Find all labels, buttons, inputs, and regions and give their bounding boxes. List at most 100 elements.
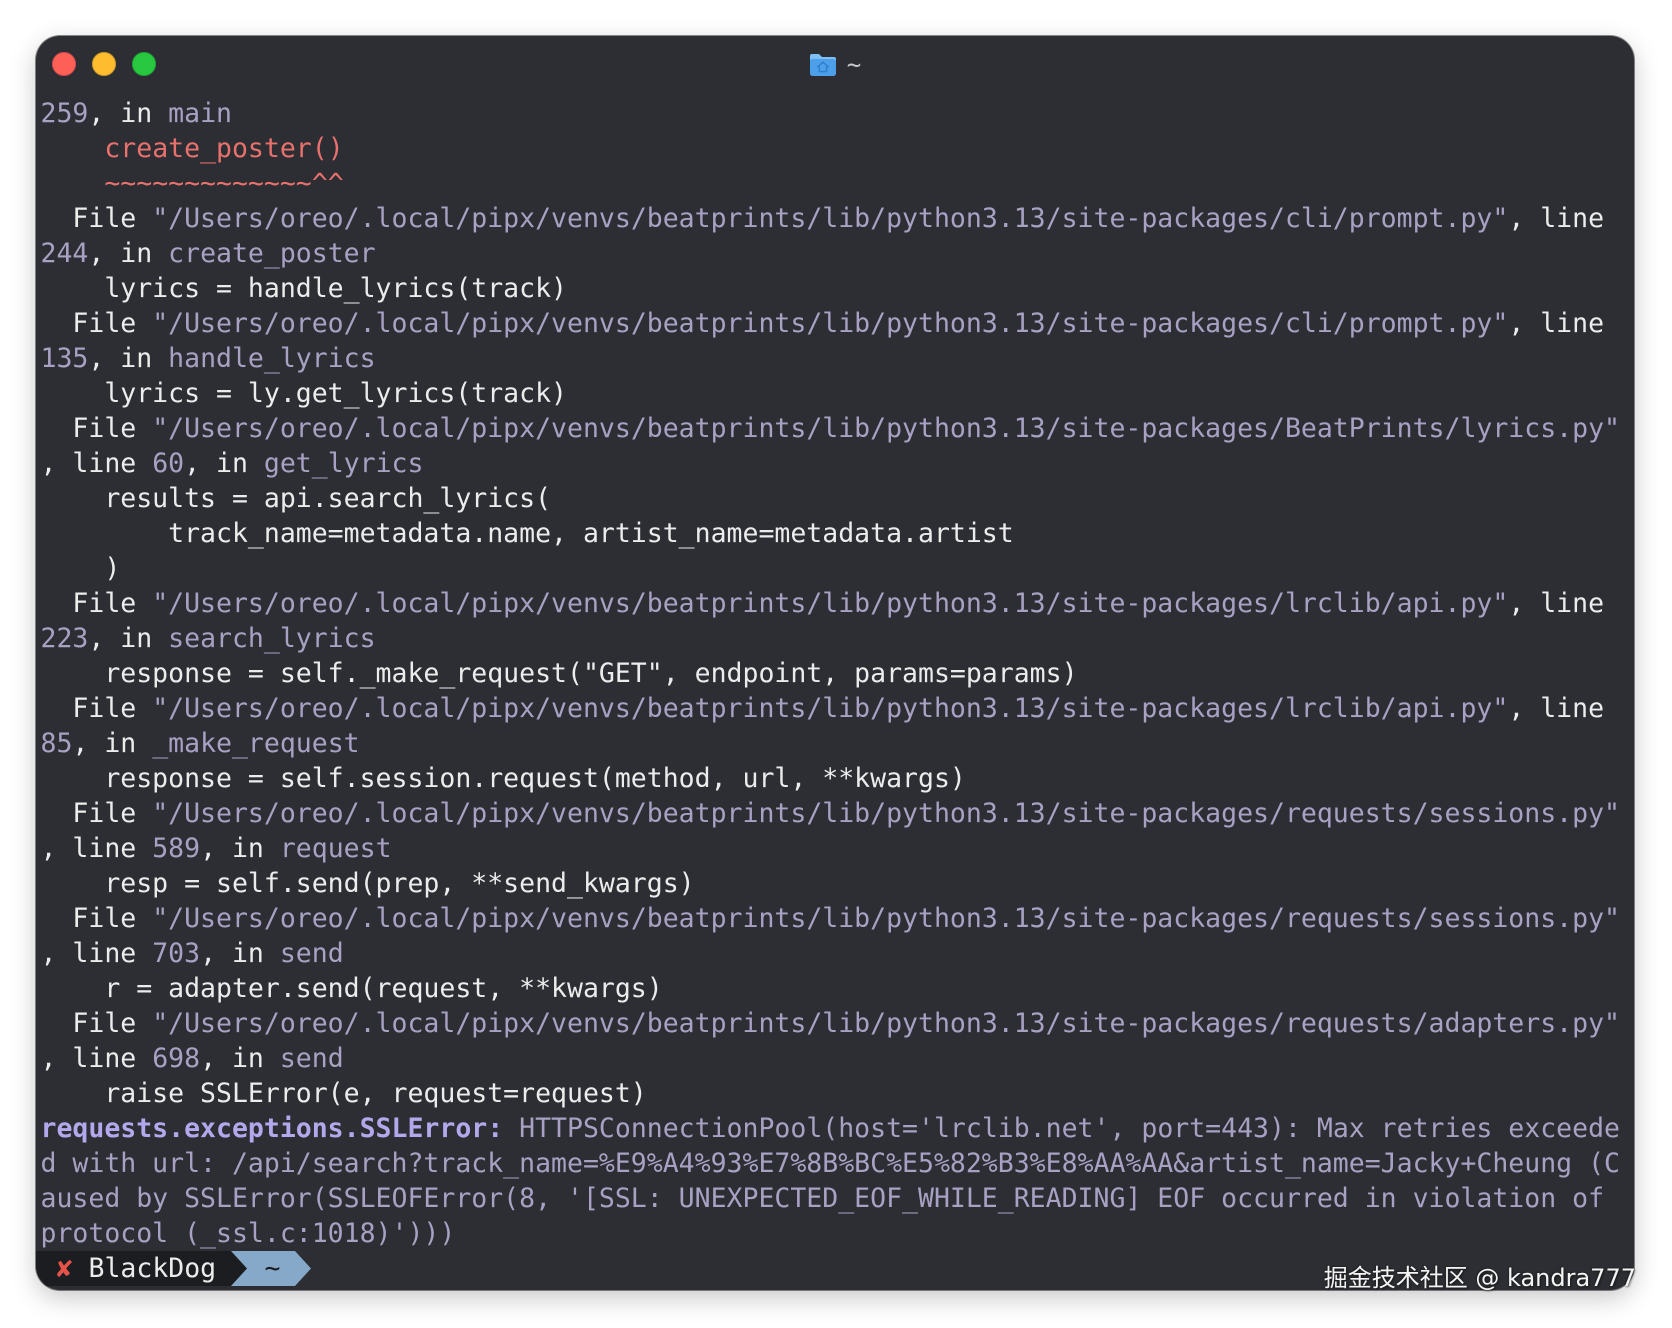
terminal-text: , in [72, 728, 153, 759]
terminal-text: response = self.session.request(method, … [40, 763, 966, 794]
terminal-line: ) [36, 551, 1634, 586]
terminal-line: results = api.search_lyrics( [36, 481, 1634, 516]
terminal-window: ~ 259, in main create_poster() ~~~~~~~~~… [36, 36, 1634, 1290]
terminal-line: File "/Users/oreo/.local/pipx/venvs/beat… [36, 901, 1634, 936]
error-status-icon: ✘ [56, 1253, 73, 1284]
terminal-line: 244, in create_poster [36, 236, 1634, 271]
terminal-text: send [279, 938, 344, 969]
prompt-cwd: ~ [264, 1253, 281, 1284]
terminal-text: request [279, 833, 392, 864]
terminal-text: File [40, 903, 153, 934]
terminal-line: requests.exceptions.SSLError: HTTPSConne… [36, 1111, 1634, 1146]
terminal-text: , line [1508, 693, 1605, 724]
terminal-text: "/Users/oreo/.local/pipx/venvs/beatprint… [152, 588, 1509, 619]
terminal-text: 589 [152, 833, 201, 864]
terminal-text: ~~~~~~~~~~~~~^^ [104, 168, 344, 199]
terminal-line: , line 60, in get_lyrics [36, 446, 1634, 481]
terminal-line: , line 698, in send [36, 1041, 1634, 1076]
terminal-line: protocol (_ssl.c:1018)'))) [36, 1216, 1634, 1251]
terminal-line: File "/Users/oreo/.local/pipx/venvs/beat… [36, 201, 1634, 236]
terminal-text: , in [184, 448, 264, 479]
terminal-text: results = api.search_lyrics( [40, 483, 552, 514]
terminal-line: File "/Users/oreo/.local/pipx/venvs/beat… [36, 796, 1634, 831]
terminal-text: , in [200, 1043, 280, 1074]
terminal-text: d with url: /api/search?track_name=%E9%A… [40, 1148, 1620, 1179]
terminal-line: d with url: /api/search?track_name=%E9%A… [36, 1146, 1634, 1181]
terminal-line: 223, in search_lyrics [36, 621, 1634, 656]
window-title: ~ [36, 50, 1634, 80]
terminal-text: 244 [40, 238, 89, 269]
terminal-text: , line [40, 448, 153, 479]
title-bar[interactable]: ~ [36, 36, 1634, 96]
terminal-text: , in [88, 238, 169, 269]
terminal-text: , in [88, 343, 169, 374]
terminal-text: aused by SSLError(SSLEOFError(8, '[SSL: … [40, 1183, 1605, 1214]
terminal-text: main [168, 98, 232, 129]
terminal-text: requests.exceptions.SSLError: [40, 1113, 504, 1144]
terminal-text: , line [1508, 588, 1605, 619]
terminal-text: lyrics = ly.get_lyrics(track) [40, 378, 567, 409]
terminal-output[interactable]: 259, in main create_poster() ~~~~~~~~~~~… [36, 96, 1634, 1290]
terminal-line: create_poster() [36, 131, 1634, 166]
terminal-text: get_lyrics [263, 448, 424, 479]
terminal-text: 259 [40, 98, 89, 129]
terminal-line: lyrics = handle_lyrics(track) [36, 271, 1634, 306]
terminal-text: File [40, 588, 153, 619]
terminal-line: File "/Users/oreo/.local/pipx/venvs/beat… [36, 586, 1634, 621]
terminal-text: , in [88, 623, 169, 654]
terminal-line: , line 703, in send [36, 936, 1634, 971]
terminal-text: 60 [152, 448, 185, 479]
terminal-text: _make_request [152, 728, 360, 759]
terminal-text: raise SSLError(e, request=request) [40, 1078, 647, 1109]
terminal-text: File [40, 203, 153, 234]
terminal-text: 223 [40, 623, 89, 654]
terminal-line: 259, in main [36, 96, 1634, 131]
terminal-text: , line [1508, 203, 1605, 234]
terminal-text: , in [200, 938, 280, 969]
terminal-text: handle_lyrics [168, 343, 376, 374]
terminal-line: File "/Users/oreo/.local/pipx/venvs/beat… [36, 1006, 1634, 1041]
terminal-text: "/Users/oreo/.local/pipx/venvs/beatprint… [152, 308, 1509, 339]
terminal-text: , line [40, 1043, 153, 1074]
terminal-text: HTTPSConnectionPool(host='lrclib.net', p… [503, 1113, 1620, 1144]
prompt-user: BlackDog [88, 1253, 217, 1284]
terminal-text: "/Users/oreo/.local/pipx/venvs/beatprint… [152, 413, 1620, 444]
terminal-lines: 259, in main create_poster() ~~~~~~~~~~~… [36, 96, 1634, 1251]
terminal-text: send [279, 1043, 344, 1074]
terminal-text: , in [88, 98, 169, 129]
terminal-text: create_poster [168, 238, 376, 269]
terminal-line: File "/Users/oreo/.local/pipx/venvs/beat… [36, 306, 1634, 341]
terminal-text: , line [40, 938, 153, 969]
terminal-line: response = self.session.request(method, … [36, 761, 1634, 796]
terminal-text: File [40, 1008, 153, 1039]
terminal-line: resp = self.send(prep, **send_kwargs) [36, 866, 1634, 901]
terminal-text: File [40, 413, 153, 444]
terminal-text: "/Users/oreo/.local/pipx/venvs/beatprint… [152, 1008, 1620, 1039]
terminal-text: lyrics = handle_lyrics(track) [40, 273, 567, 304]
terminal-text: 703 [152, 938, 201, 969]
terminal-line: track_name=metadata.name, artist_name=me… [36, 516, 1634, 551]
terminal-text: "/Users/oreo/.local/pipx/venvs/beatprint… [152, 693, 1509, 724]
terminal-line: , line 589, in request [36, 831, 1634, 866]
terminal-text: File [40, 693, 153, 724]
terminal-text: "/Users/oreo/.local/pipx/venvs/beatprint… [152, 903, 1620, 934]
terminal-text: File [40, 308, 153, 339]
terminal-line: raise SSLError(e, request=request) [36, 1076, 1634, 1111]
terminal-text: create_poster() [104, 133, 344, 164]
window-title-text: ~ [846, 51, 862, 79]
terminal-line: File "/Users/oreo/.local/pipx/venvs/beat… [36, 691, 1634, 726]
terminal-text: ) [40, 553, 121, 584]
terminal-line: 85, in _make_request [36, 726, 1634, 761]
terminal-line: r = adapter.send(request, **kwargs) [36, 971, 1634, 1006]
home-folder-icon [809, 53, 837, 77]
terminal-text: response = self._make_request("GET", end… [40, 658, 1078, 689]
terminal-text: track_name=metadata.name, artist_name=me… [40, 518, 1014, 549]
terminal-text: "/Users/oreo/.local/pipx/venvs/beatprint… [152, 203, 1509, 234]
terminal-text: 85 [40, 728, 73, 759]
terminal-text: "/Users/oreo/.local/pipx/venvs/beatprint… [152, 798, 1620, 829]
terminal-line: lyrics = ly.get_lyrics(track) [36, 376, 1634, 411]
terminal-text: protocol (_ssl.c:1018)'))) [40, 1218, 456, 1249]
terminal-text: File [40, 798, 153, 829]
